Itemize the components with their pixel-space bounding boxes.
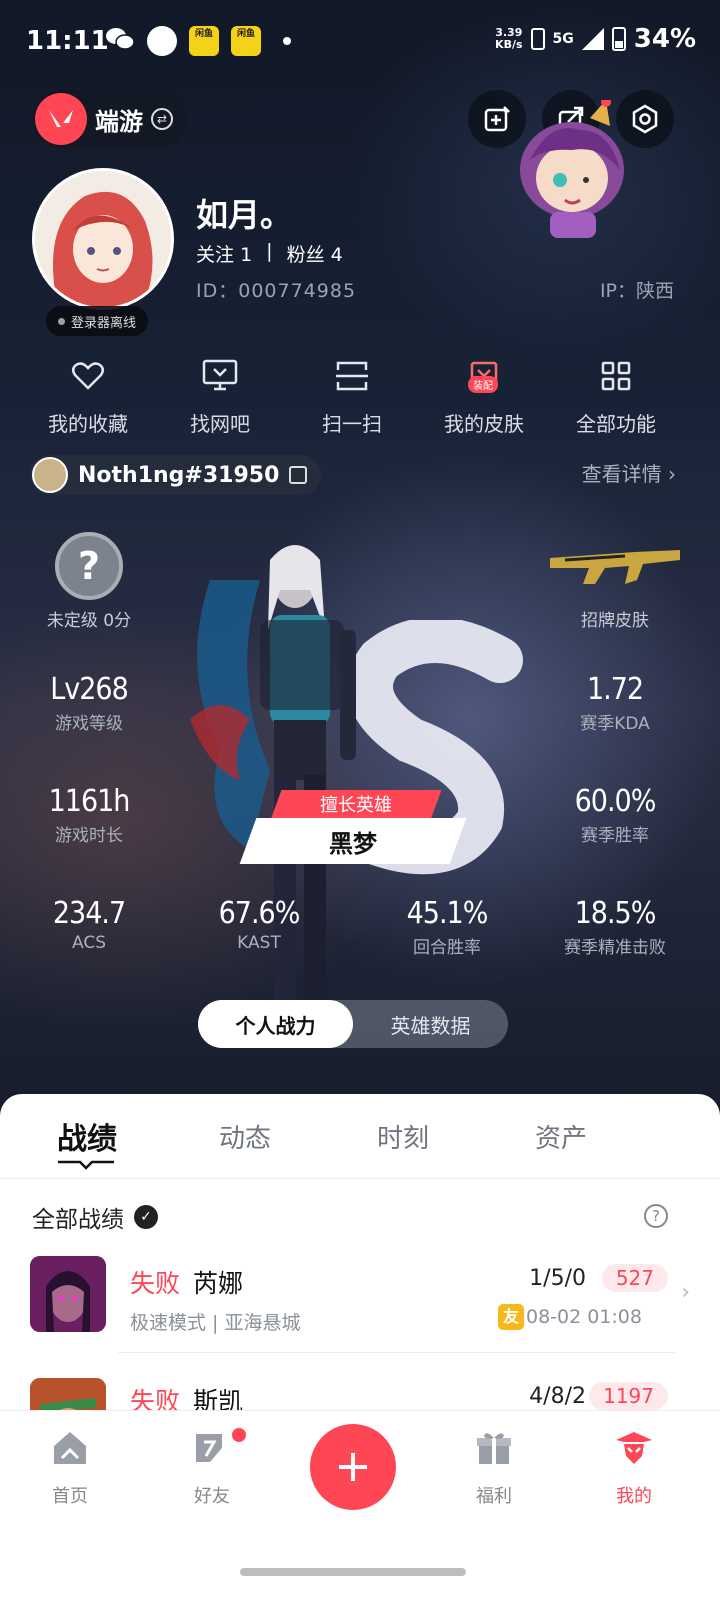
xianyu-icon-2: 闲鱼 [231, 26, 261, 56]
login-status-badge: 登录器离线 [46, 306, 149, 336]
net-speed: 3.39 KB/s [495, 26, 523, 51]
heart-icon [68, 356, 108, 396]
status-time: 11:11 [26, 26, 109, 56]
sim-icon [530, 28, 545, 50]
home-indicator[interactable] [240, 1568, 466, 1576]
match-result-2: 失败 [130, 1387, 181, 1410]
segment-hero-data[interactable]: 英雄数据 [353, 1000, 508, 1048]
player-card-avatar [32, 457, 68, 493]
match-acs-score-2: 1197 [589, 1382, 668, 1410]
quick-find-cafe[interactable]: 找网吧 [160, 356, 280, 437]
quick-my-skins[interactable]: 装配 我的皮肤 [424, 356, 544, 437]
mascot-sticker-icon [520, 100, 624, 238]
nav-me[interactable]: 我的 [584, 1428, 684, 1508]
gift-icon [477, 1433, 511, 1464]
stats-segment: 个人战力 英雄数据 [198, 1000, 508, 1048]
valorant-logo-icon [35, 93, 87, 145]
stat-headshot: 18.5% 赛季精准击败 [564, 896, 666, 958]
game-switcher[interactable]: 端游 ⇄ [32, 90, 187, 148]
offline-dot-icon [58, 317, 65, 325]
stat-kast: 67.6% KAST [218, 896, 301, 953]
stat-hours: 1161h 游戏时长 [48, 784, 131, 846]
quick-all-functions[interactable]: 全部功能 [556, 356, 676, 437]
app-circle-icon [147, 26, 177, 56]
tab-feed[interactable]: 动态 [166, 1110, 324, 1170]
match-kda-2: 4/8/2 [529, 1384, 586, 1409]
riot-id: Noth1ng#31950 [78, 462, 280, 488]
nav-home[interactable]: 首页 [20, 1428, 120, 1508]
match-kda: 1/5/0 [529, 1266, 586, 1291]
plus-icon [339, 1453, 367, 1481]
signal-icon [581, 28, 604, 50]
quick-favorites[interactable]: 我的收藏 [28, 356, 148, 437]
help-icon[interactable]: ? [644, 1204, 668, 1228]
agent-thumbnail-2 [30, 1378, 106, 1410]
quick-scan[interactable]: 扫一扫 [292, 356, 412, 437]
dropdown-check-icon: ✓ [134, 1205, 158, 1229]
fans-link[interactable]: 粉丝 4 [287, 240, 343, 267]
signature-skin[interactable]: 招牌皮肤 [540, 540, 690, 631]
segment-personal-power[interactable]: 个人战力 [198, 1000, 353, 1048]
best-agent-name[interactable]: 黑梦 [248, 824, 458, 859]
match-agent-2: 斯凯 [193, 1387, 244, 1410]
stat-round-winrate: 45.1% 回合胜率 [406, 896, 489, 958]
hero-tag: 擅长英雄 [320, 795, 392, 816]
create-post-button[interactable] [310, 1424, 396, 1510]
copy-icon[interactable] [289, 466, 308, 484]
nav-benefits[interactable]: 福利 [444, 1428, 544, 1508]
row-divider [118, 1352, 676, 1353]
stat-level: Lv268 游戏等级 [50, 672, 129, 734]
avatar[interactable] [32, 168, 174, 310]
follow-link[interactable]: 关注 1 [196, 240, 252, 267]
match-row-2[interactable]: 失败 斯凯 4/8/2 1197 [0, 1376, 720, 1410]
equip-badge: 装配 [468, 376, 498, 393]
friends-icon [196, 1434, 222, 1462]
rifle-skin-icon [550, 550, 680, 584]
match-row[interactable]: 失败 芮娜 极速模式 | 亚海悬城 1/5/0 527 友 08-02 01:0… [0, 1252, 720, 1382]
game-label: 端游 [95, 107, 143, 136]
nav-friends[interactable]: 好友 [162, 1428, 262, 1508]
nickname: 如月。 [196, 196, 293, 234]
follow-stats: 关注 1 | 粉丝 4 [196, 240, 343, 267]
profile-icon [616, 1432, 652, 1464]
riot-id-chip[interactable]: Noth1ng#31950 [30, 455, 322, 495]
stat-acs: 234.7 ACS [52, 896, 126, 953]
network-type: 5G [552, 31, 574, 47]
rank-stat[interactable]: ? 未定级 0分 [14, 532, 164, 631]
wechat-icon [105, 26, 135, 56]
grid-icon [596, 356, 636, 396]
agent-thumbnail [30, 1256, 106, 1332]
tabs-divider [0, 1178, 720, 1179]
home-icon [54, 1432, 86, 1464]
notification-dot [232, 1428, 246, 1442]
tab-moments[interactable]: 时刻 [324, 1110, 482, 1170]
edit-icon [484, 106, 510, 132]
chevron-right-icon: › [681, 1280, 690, 1305]
xianyu-icon: 闲鱼 [189, 26, 219, 56]
notification-icons: 闲鱼 闲鱼 [105, 26, 291, 56]
scan-icon [332, 356, 372, 396]
status-indicators: 3.39 KB/s 5G 34% [495, 24, 696, 54]
unranked-icon: ? [55, 532, 123, 600]
match-agent: 芮娜 [193, 1269, 244, 1298]
ip-location: IP：陕西 [599, 280, 674, 302]
records-filter[interactable]: 全部战绩 ✓ [32, 1200, 158, 1234]
match-time: 08-02 01:08 [525, 1306, 642, 1328]
tab-assets[interactable]: 资产 [482, 1110, 640, 1170]
battery-percent: 34% [633, 24, 696, 54]
match-acs-score: 527 [601, 1264, 668, 1292]
monitor-icon [200, 356, 240, 396]
view-details-link[interactable]: 查看详情 › [582, 458, 676, 487]
stat-kda: 1.72 赛季KDA [580, 672, 650, 734]
stat-winrate: 60.0% 赛季胜率 [574, 784, 657, 846]
match-result: 失败 [130, 1269, 181, 1298]
more-notifications-dot [283, 37, 291, 45]
swap-icon: ⇄ [151, 108, 173, 130]
match-mode-map: 极速模式 | 亚海悬城 [130, 1312, 301, 1334]
battery-icon [611, 27, 626, 51]
user-id: ID：000774985 [196, 280, 357, 302]
friend-badge-icon: 友 [498, 1304, 524, 1330]
tab-active-indicator [58, 1160, 114, 1170]
